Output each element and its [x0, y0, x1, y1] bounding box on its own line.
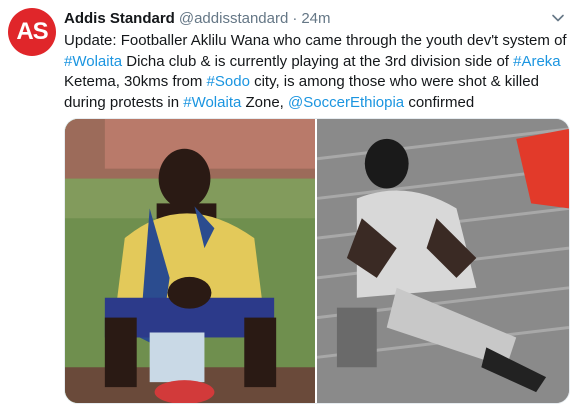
tweet-text: Update: Footballer Aklilu Wana who came …: [64, 31, 574, 113]
tweet-header: Addis Standard @addisstandard · 24m: [64, 8, 570, 28]
separator-dot: ·: [292, 9, 298, 27]
chevron-down-icon[interactable]: [550, 10, 566, 26]
author-name[interactable]: Addis Standard: [64, 10, 175, 27]
hashtag-link[interactable]: #Wolaita: [64, 53, 122, 70]
mention-link[interactable]: @SoccerEthiopia: [288, 94, 404, 111]
author-handle[interactable]: @addisstandard: [179, 10, 288, 27]
tweet-text-segment: Update: Footballer Aklilu Wana who came …: [64, 32, 567, 49]
timestamp[interactable]: 24m: [301, 10, 330, 27]
avatar-logo-text: AS: [16, 18, 48, 45]
tweet-text-segment: Dicha club & is currently playing at the…: [122, 52, 514, 70]
media-grid: [64, 118, 570, 404]
tweet-text-segment: Zone,: [241, 93, 289, 111]
hashtag-link[interactable]: #Sodo: [207, 73, 250, 90]
tweet-text-segment: confirmed: [404, 93, 475, 111]
hashtag-link[interactable]: #Areka: [513, 53, 561, 70]
photo-footballer-stadium[interactable]: [317, 119, 569, 403]
avatar[interactable]: AS: [8, 8, 56, 56]
hashtag-link[interactable]: #Wolaita: [183, 94, 241, 111]
tweet-text-segment: Ketema, 30kms from: [64, 73, 207, 90]
photo-footballer-sitting[interactable]: [65, 119, 315, 403]
